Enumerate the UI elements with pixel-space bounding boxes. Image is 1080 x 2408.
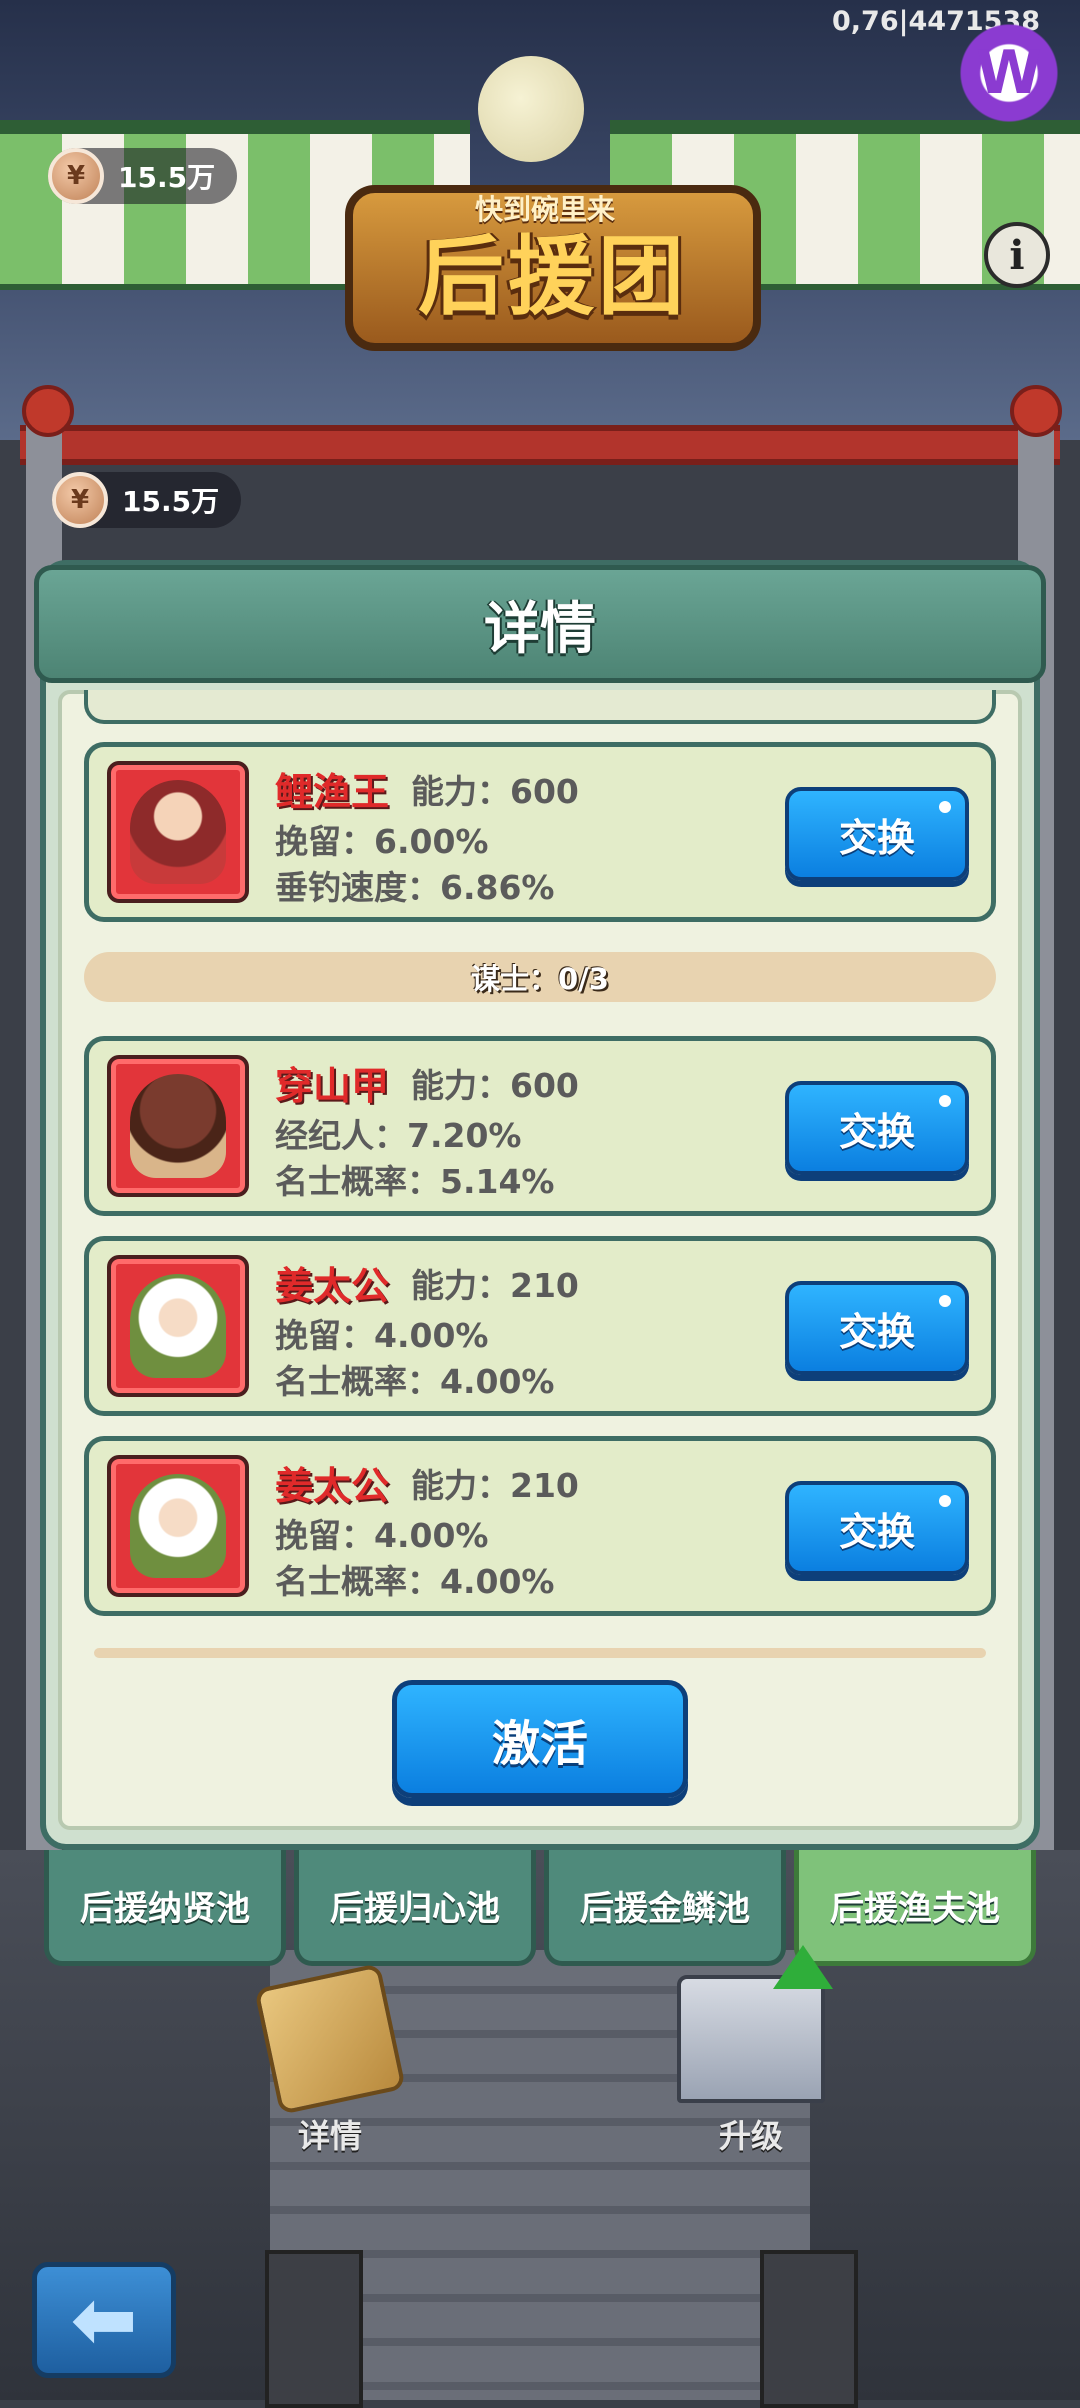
info-button[interactable]: i [984,222,1050,288]
helper-card: 鲤渔王 能力：600 挽留：6.00% 垂钓速度：6.86% 交换 [84,742,996,922]
helper-card: 姜太公 能力：210 挽留：4.00% 名士概率：4.00% 交换 [84,1236,996,1416]
helper-name: 鲤渔王 [275,770,390,814]
pillar-knob-left [22,385,74,437]
helper-stat-1: 挽留：6.00% [275,822,489,861]
tab-pool-1[interactable]: 后援纳贤池 [44,1850,286,1966]
tab-label: 后援渔夫池 [830,1889,1000,1929]
pillar-knob-right [1010,385,1062,437]
tab-pool-3[interactable]: 后援金鳞池 [544,1850,786,1966]
jiang-taigong-avatar [130,1474,226,1578]
currency-chip-top: ¥ 15.5万 [48,148,238,204]
swap-button-label: 交换 [838,1509,915,1554]
tab-label: 后援归心池 [330,1889,500,1929]
helper-stat-1: 挽留：4.00% [275,1316,489,1355]
helper-name: 姜太公 [275,1264,390,1308]
helper-portrait[interactable] [107,1255,249,1397]
w-logo-icon[interactable]: W [948,18,1070,128]
helper-stat-2: 名士概率：4.00% [275,1362,555,1401]
temple-icon [677,1945,833,2103]
swap-button[interactable]: 交换 [785,1081,969,1175]
helper-name: 穿山甲 [275,1064,390,1108]
coin-icon: ¥ [52,472,108,528]
sign-subtitle: 快到碗里来 [474,193,615,226]
stair-post-right [760,2250,858,2408]
button-shine [939,1495,951,1507]
tab-label: 后援纳贤池 [80,1889,250,1929]
back-arrow-icon: ⬅ [70,2273,138,2366]
helper-stat-1: 经纪人：7.20% [275,1116,522,1155]
button-shine [939,1095,951,1107]
swap-button[interactable]: 交换 [785,1481,969,1575]
card-partial-top [84,690,996,724]
swap-button-label: 交换 [838,1309,915,1354]
tab-pool-2[interactable]: 后援归心池 [294,1850,536,1966]
helper-portrait[interactable] [107,1455,249,1597]
helper-card: 穿山甲 能力：600 经纪人：7.20% 名士概率：5.14% 交换 [84,1036,996,1216]
gate-beam [20,425,1060,465]
helper-name: 姜太公 [275,1464,390,1508]
details-entry[interactable]: 详情 [254,1963,406,2157]
swap-button-label: 交换 [838,815,915,860]
currency-amount-second: 15.5万 [122,485,220,518]
pangolin-avatar [130,1074,226,1178]
section-header-strategist: 谋士：0/3 [84,952,996,1002]
carp-king-avatar [130,780,226,884]
helper-portrait[interactable] [107,761,249,903]
currency-amount-top: 15.5万 [118,161,216,194]
button-shine [939,1295,951,1307]
scroll-icon [254,1963,406,2115]
activate-button-label: 激活 [491,1716,588,1772]
coin-icon: ¥ [48,148,104,204]
upgrade-label: 升级 [718,2117,783,2155]
upgrade-entry[interactable]: 升级 [676,1945,833,2157]
helper-stat-2: 垂钓速度：6.86% [275,868,555,907]
section-header-partial [94,1648,986,1658]
currency-chip-second: ¥ 15.5万 [52,472,242,528]
helper-stat-1: 挽留：4.00% [275,1516,489,1555]
jiang-taigong-avatar [130,1274,226,1378]
dialog-header: 详情 [34,565,1046,683]
helper-ability: 能力：210 [411,1266,579,1305]
swap-button-label: 交换 [838,1109,915,1154]
helper-card: 姜太公 能力：210 挽留：4.00% 名士概率：4.00% 交换 [84,1436,996,1616]
helper-ability: 能力：600 [411,772,579,811]
activate-button[interactable]: 激活 [392,1680,688,1798]
helper-ability: 能力：600 [411,1066,579,1105]
helper-stat-2: 名士概率：5.14% [275,1162,555,1201]
details-label: 详情 [297,2117,362,2155]
helper-stat-2: 名士概率：4.00% [275,1562,555,1601]
info-icon: i [1009,231,1025,279]
stair-post-left [265,2250,363,2408]
swap-button[interactable]: 交换 [785,1281,969,1375]
tab-label: 后援金鳞池 [580,1889,750,1929]
section-label: 谋士：0/3 [471,962,609,996]
helper-portrait[interactable] [107,1055,249,1197]
upgrade-arrow-icon [773,1945,833,1989]
back-button[interactable]: ⬅ [32,2262,176,2378]
swap-button[interactable]: 交换 [785,787,969,881]
helper-ability: 能力：210 [411,1466,579,1505]
moon [478,56,584,162]
dialog-title: 详情 [484,596,596,662]
button-shine [939,801,951,813]
